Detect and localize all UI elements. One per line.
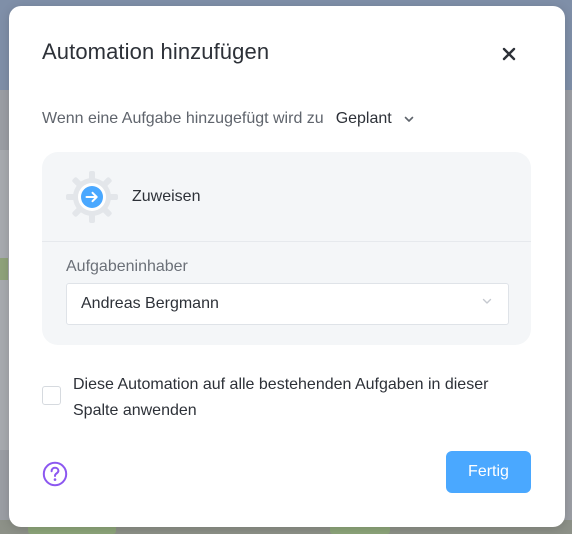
background-tag xyxy=(0,258,8,280)
apply-existing-checkbox[interactable] xyxy=(42,386,61,405)
close-icon xyxy=(502,47,516,61)
help-icon xyxy=(42,461,68,487)
chevron-down-icon xyxy=(482,298,492,305)
assignee-label: Aufgabeninhaber xyxy=(66,258,188,275)
trigger-column-value: Geplant xyxy=(335,110,392,127)
divider xyxy=(42,241,531,242)
apply-existing-label: Diese Automation auf alle bestehenden Au… xyxy=(73,376,489,419)
chevron-down-icon xyxy=(404,116,414,123)
trigger-column-select[interactable]: Geplant xyxy=(336,110,414,128)
action-card: Zuweisen Aufgabeninhaber Andreas Bergman… xyxy=(42,152,531,345)
done-button[interactable]: Fertig xyxy=(446,451,531,493)
action-name: Zuweisen xyxy=(132,188,201,205)
apply-existing-row: Diese Automation auf alle bestehenden Au… xyxy=(42,372,513,424)
help-button[interactable] xyxy=(42,461,68,487)
action-header: Zuweisen xyxy=(64,169,200,225)
assignee-value: Andreas Bergmann xyxy=(81,295,219,312)
close-button[interactable] xyxy=(497,42,521,66)
gear-arrow-icon xyxy=(64,169,120,225)
dialog-title: Automation hinzufügen xyxy=(42,39,270,64)
assignee-select[interactable]: Andreas Bergmann xyxy=(66,283,509,325)
trigger-label: Wenn eine Aufgabe hinzugefügt wird zu xyxy=(42,110,324,127)
automation-dialog: Automation hinzufügen Wenn eine Aufgabe … xyxy=(9,6,565,527)
trigger-row: Wenn eine Aufgabe hinzugefügt wird zu Ge… xyxy=(42,110,414,128)
